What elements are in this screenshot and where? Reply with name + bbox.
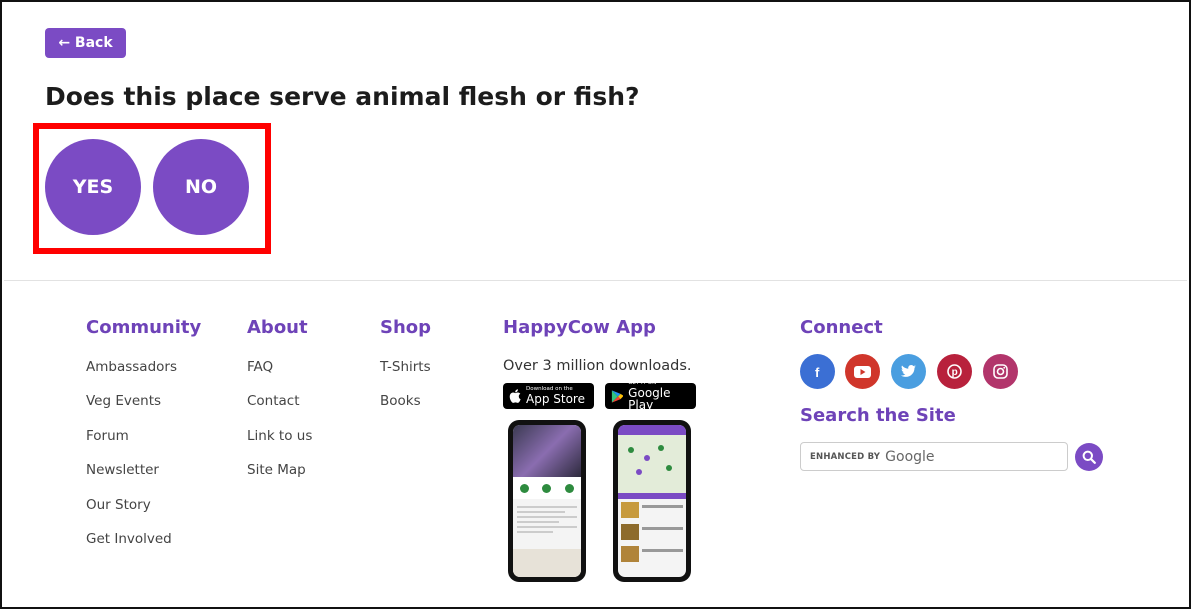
footer-link-veg-events[interactable]: Veg Events xyxy=(86,393,177,427)
footer-link-ambassadors[interactable]: Ambassadors xyxy=(86,359,177,393)
pinterest-icon[interactable]: p xyxy=(937,354,972,389)
svg-text:f: f xyxy=(815,365,820,379)
enhanced-by-label: ENHANCED BY xyxy=(810,451,881,462)
app-heading: HappyCow App xyxy=(503,317,656,338)
footer-link-newsletter[interactable]: Newsletter xyxy=(86,462,177,496)
shop-links: T-Shirts Books xyxy=(380,359,431,428)
question-title: Does this place serve animal flesh or fi… xyxy=(45,82,640,111)
back-button[interactable]: ← Back xyxy=(45,28,126,58)
app-store-badge[interactable]: Download on the App Store xyxy=(503,383,594,409)
footer-link-our-story[interactable]: Our Story xyxy=(86,497,177,531)
footer-link-forum[interactable]: Forum xyxy=(86,428,177,462)
footer-link-books[interactable]: Books xyxy=(380,393,431,427)
footer-link-site-map[interactable]: Site Map xyxy=(247,462,312,496)
footer-link-t-shirts[interactable]: T-Shirts xyxy=(380,359,431,393)
facebook-icon[interactable]: f xyxy=(800,354,835,389)
app-downloads-text: Over 3 million downloads. xyxy=(503,358,692,374)
twitter-icon[interactable] xyxy=(891,354,926,389)
app-store-label: App Store xyxy=(526,391,585,406)
footer-link-contact[interactable]: Contact xyxy=(247,393,312,427)
google-play-icon xyxy=(611,389,624,403)
google-label: Google xyxy=(885,448,935,465)
footer-divider xyxy=(4,280,1187,281)
yes-button[interactable]: YES xyxy=(45,139,141,235)
instagram-icon[interactable] xyxy=(983,354,1018,389)
community-heading: Community xyxy=(86,317,202,338)
phone-screenshot-map xyxy=(613,420,691,582)
page-frame: ← Back Does this place serve animal fles… xyxy=(0,0,1191,609)
about-heading: About xyxy=(247,317,308,338)
search-heading: Search the Site xyxy=(800,405,956,426)
phone-screenshot-detail xyxy=(508,420,586,582)
svg-text:p: p xyxy=(952,367,958,378)
search-input[interactable]: ENHANCED BY Google xyxy=(800,442,1068,471)
footer-link-faq[interactable]: FAQ xyxy=(247,359,312,393)
youtube-icon[interactable] xyxy=(845,354,880,389)
apple-icon xyxy=(509,389,521,403)
google-play-badge[interactable]: GET IT ON Google Play xyxy=(605,381,696,412)
footer-link-link-to-us[interactable]: Link to us xyxy=(247,428,312,462)
community-links: Ambassadors Veg Events Forum Newsletter … xyxy=(86,359,177,565)
search-button[interactable] xyxy=(1075,443,1103,471)
search-icon xyxy=(1082,450,1096,464)
no-button[interactable]: NO xyxy=(153,139,249,235)
shop-heading: Shop xyxy=(380,317,432,338)
footer-link-get-involved[interactable]: Get Involved xyxy=(86,531,177,565)
about-links: FAQ Contact Link to us Site Map xyxy=(247,359,312,497)
connect-heading: Connect xyxy=(800,317,883,338)
google-play-label: Google Play xyxy=(628,385,671,412)
